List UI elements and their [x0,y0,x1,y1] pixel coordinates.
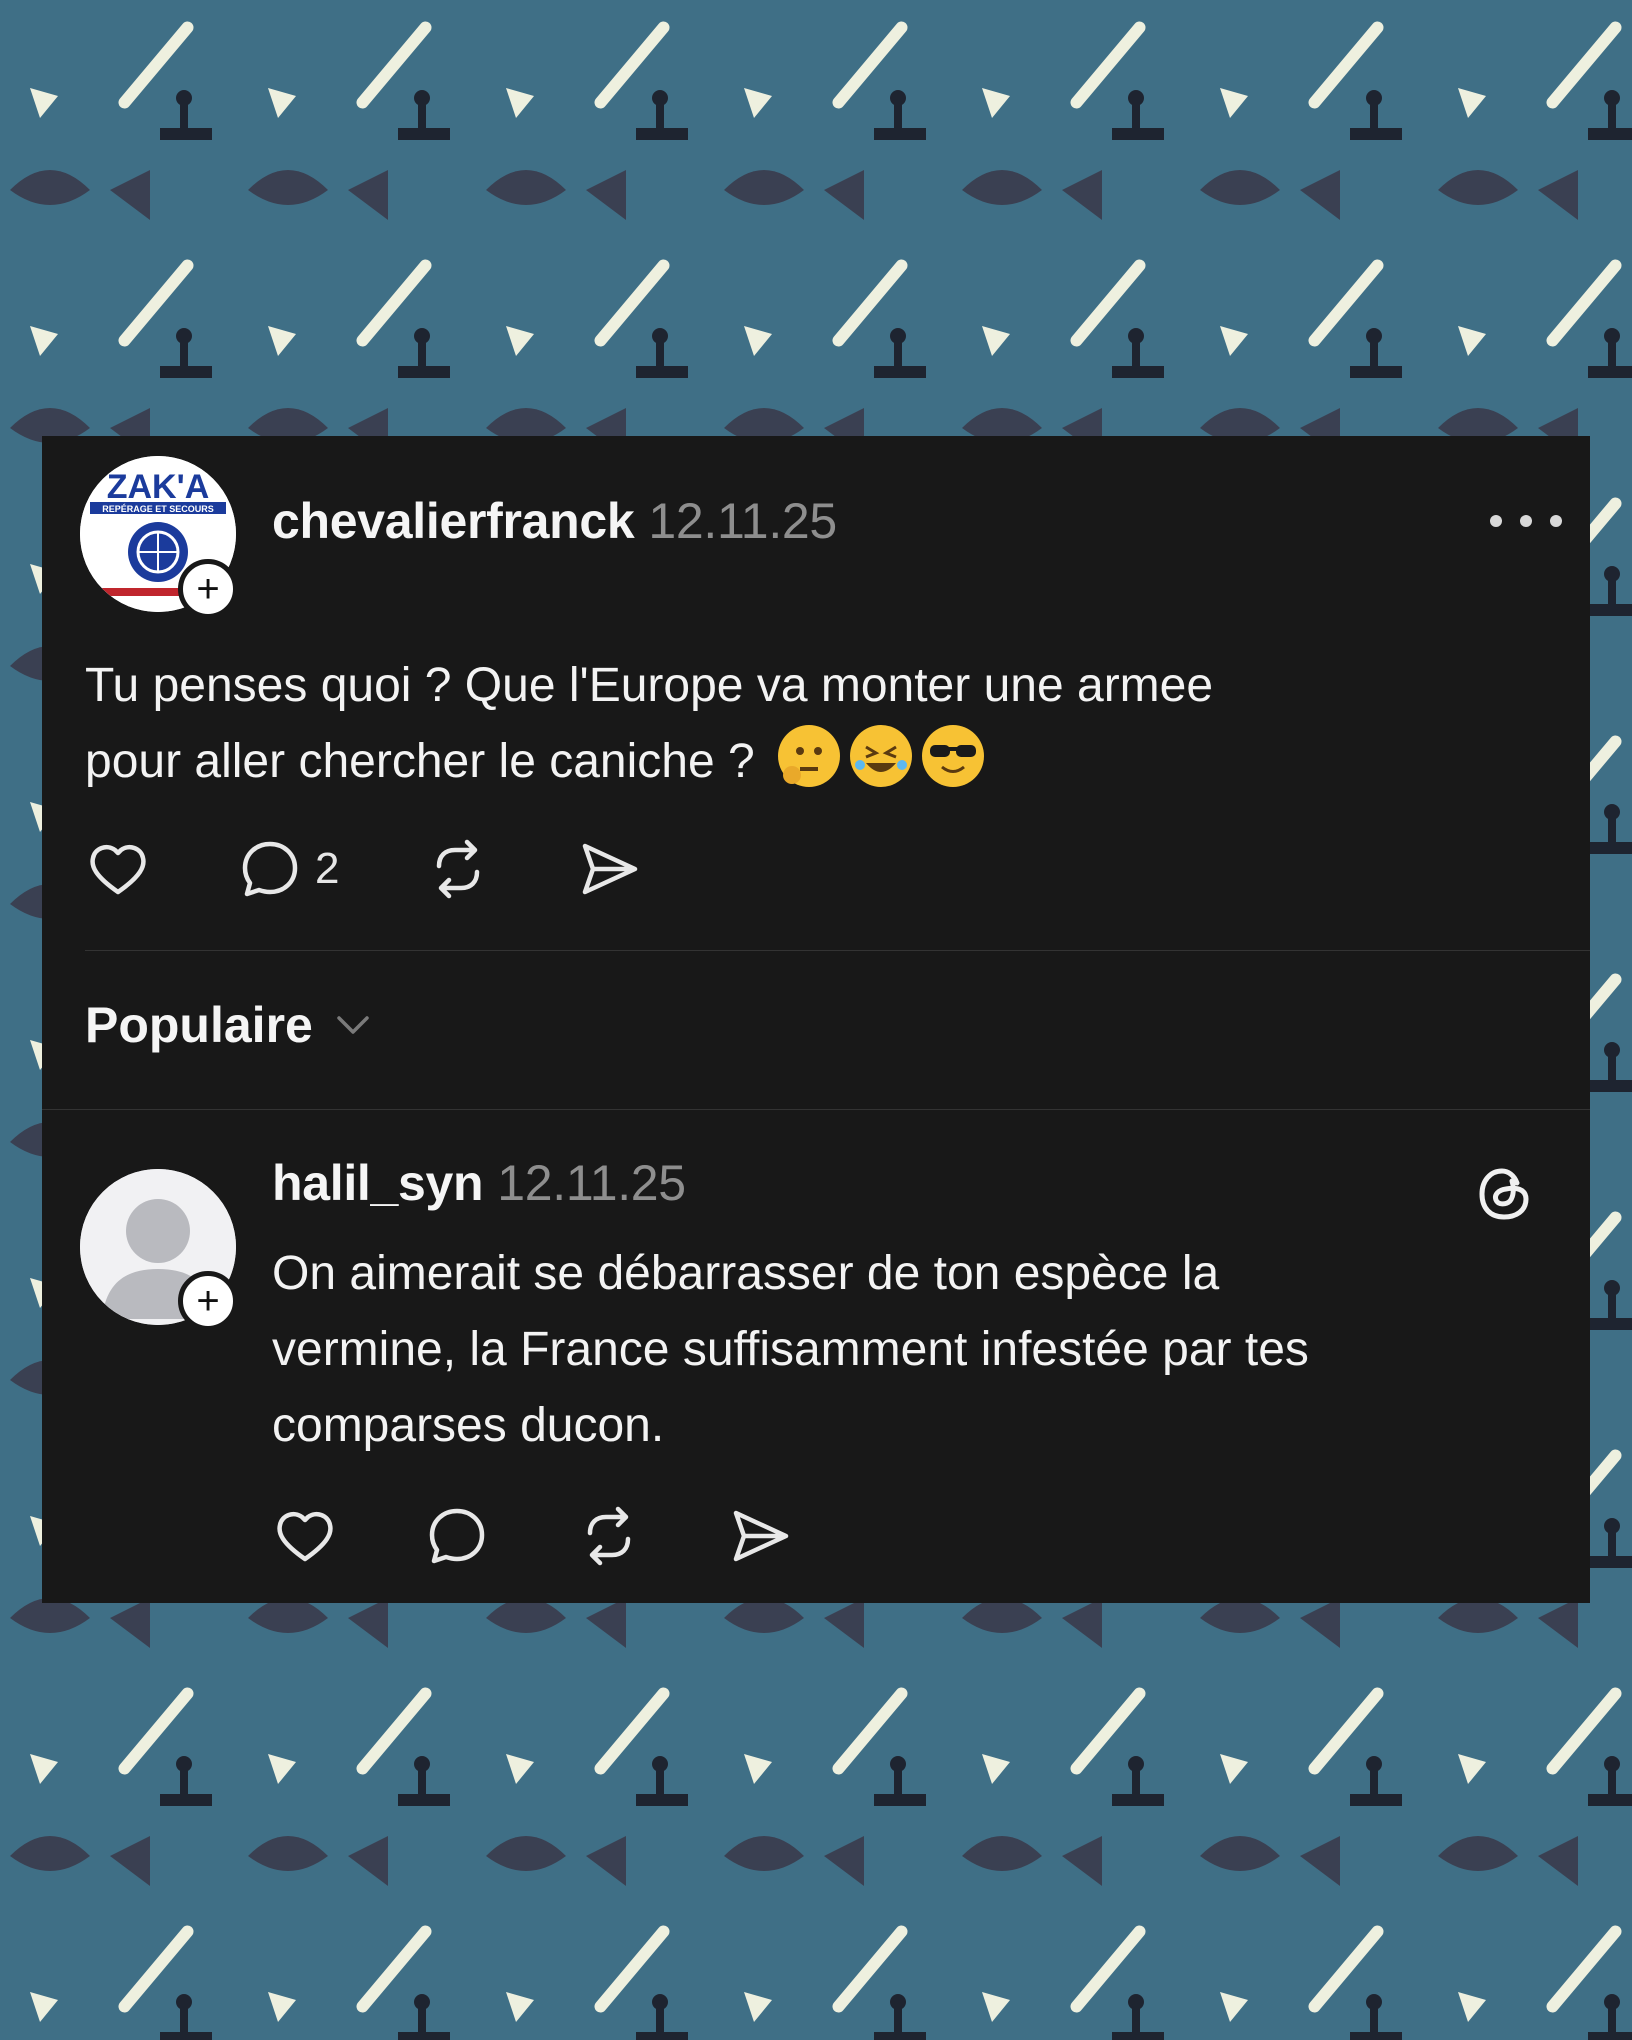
laughing-emoji [850,725,913,787]
sort-dropdown[interactable]: Populaire [85,996,373,1054]
post-author[interactable]: chevalierfranck 12.11.25 [272,492,837,550]
share-button[interactable] [728,1503,794,1569]
share-icon [583,843,638,895]
reply-username[interactable]: halil_syn [272,1155,484,1211]
divider [85,950,1590,951]
repost-button[interactable] [425,836,491,902]
follow-plus-icon[interactable]: + [178,559,238,619]
section-divider [42,1109,1590,1110]
comment-icon [242,841,298,897]
share-icon [733,1510,789,1562]
repost-icon [587,1506,631,1566]
threads-icon[interactable] [1472,1161,1538,1227]
like-button[interactable] [85,836,151,902]
svg-text:REPÉRAGE ET SECOURS: REPÉRAGE ET SECOURS [102,504,214,514]
sort-label: Populaire [85,997,313,1053]
chevron-down-icon [337,1016,369,1034]
thinking-face-emoji [778,725,841,787]
sunglasses-emoji [922,725,985,787]
threads-post-card: ZAK'A REPÉRAGE ET SECOURS + chevalierfra… [42,436,1590,1603]
more-icon[interactable] [1476,506,1576,536]
reply-count: 2 [315,844,340,893]
heart-icon [90,845,146,895]
follow-plus-icon[interactable]: + [178,1271,238,1331]
like-button[interactable] [272,1503,338,1569]
share-button[interactable] [577,836,643,902]
comment-button[interactable]: 2 [237,836,339,902]
reply-date: 12.11.25 [497,1155,686,1211]
post-text: Tu penses quoi ? Que l'Europe va monter … [85,659,1214,788]
repost-icon [437,839,480,899]
reply-actions [272,1503,880,1569]
comment-button[interactable] [424,1503,490,1569]
repost-button[interactable] [576,1503,642,1569]
reply-text: On aimerait se débarrasser de ton espèce… [272,1247,1309,1452]
heart-icon [277,1512,333,1562]
comment-icon [429,1508,485,1564]
svg-text:ZAK'A: ZAK'A [107,468,210,506]
reply-author[interactable]: halil_syn 12.11.25 [272,1154,686,1212]
post-actions: 2 [85,836,729,902]
post-text-block: Tu penses quoi ? Que l'Europe va monter … [85,648,1485,800]
author-username[interactable]: chevalierfranck [272,493,635,549]
post-date: 12.11.25 [648,493,837,549]
